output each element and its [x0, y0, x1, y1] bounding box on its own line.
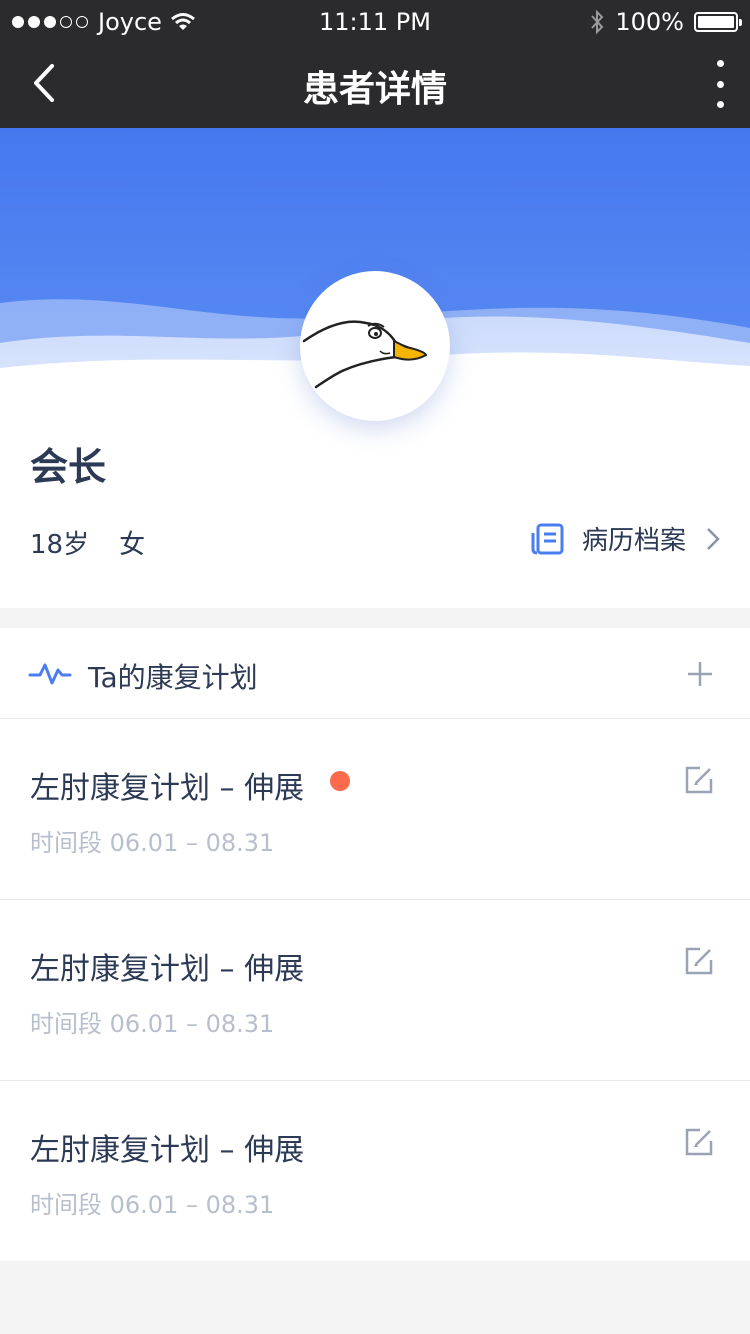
list-item[interactable]: 左肘康复计划 – 伸展 时间段 06.01 – 08.31: [0, 719, 750, 900]
plan-period: 时间段 06.01 – 08.31: [30, 1191, 275, 1219]
top-bar: Joyce 11:11 PM 100% 患者详情: [0, 0, 750, 128]
edit-icon[interactable]: [684, 1127, 714, 1157]
more-menu-icon[interactable]: [710, 60, 730, 108]
page-title: 患者详情: [302, 69, 447, 110]
chevron-right-icon: [707, 527, 720, 550]
edit-icon[interactable]: [684, 946, 714, 976]
plan-period: 时间段 06.01 – 08.31: [30, 829, 275, 857]
list-item[interactable]: 左肘康复计划 – 伸展 时间段 06.01 – 08.31: [0, 900, 750, 1081]
patient-header: 会长 18岁 女 病历档案: [0, 128, 750, 608]
plan-section-title: Ta的康复计划: [88, 661, 258, 694]
plan-list: 左肘康复计划 – 伸展 时间段 06.01 – 08.31 左肘康复计划 – 伸…: [0, 719, 750, 1261]
plan-title: 左肘康复计划 – 伸展: [30, 771, 305, 806]
medical-records-link[interactable]: 病历档案: [530, 520, 720, 557]
patient-name: 会长: [30, 445, 107, 489]
duck-avatar-icon: [302, 320, 428, 389]
add-plan-icon[interactable]: [686, 660, 714, 688]
pulse-icon: [28, 663, 72, 685]
nav-bar: 患者详情: [0, 42, 750, 128]
plan-title: 左肘康复计划 – 伸展: [30, 952, 305, 987]
edit-icon[interactable]: [684, 765, 714, 795]
battery-percent: 100%: [615, 8, 684, 36]
list-item[interactable]: 左肘康复计划 – 伸展 时间段 06.01 – 08.31: [0, 1081, 750, 1261]
patient-gender: 女: [119, 530, 146, 560]
patient-age: 18岁: [30, 530, 90, 560]
plan-section-header: Ta的康复计划: [0, 628, 750, 719]
avatar[interactable]: [300, 271, 450, 421]
battery-icon: [694, 12, 742, 32]
bluetooth-icon: [591, 9, 604, 35]
status-bar: Joyce 11:11 PM 100%: [0, 0, 750, 42]
records-label: 病历档案: [581, 526, 686, 556]
plan-period: 时间段 06.01 – 08.31: [30, 1010, 275, 1038]
plan-title: 左肘康复计划 – 伸展: [30, 1133, 305, 1168]
patient-meta: 18岁 女: [30, 524, 145, 561]
unread-dot: [330, 771, 350, 791]
document-icon: [531, 523, 564, 554]
